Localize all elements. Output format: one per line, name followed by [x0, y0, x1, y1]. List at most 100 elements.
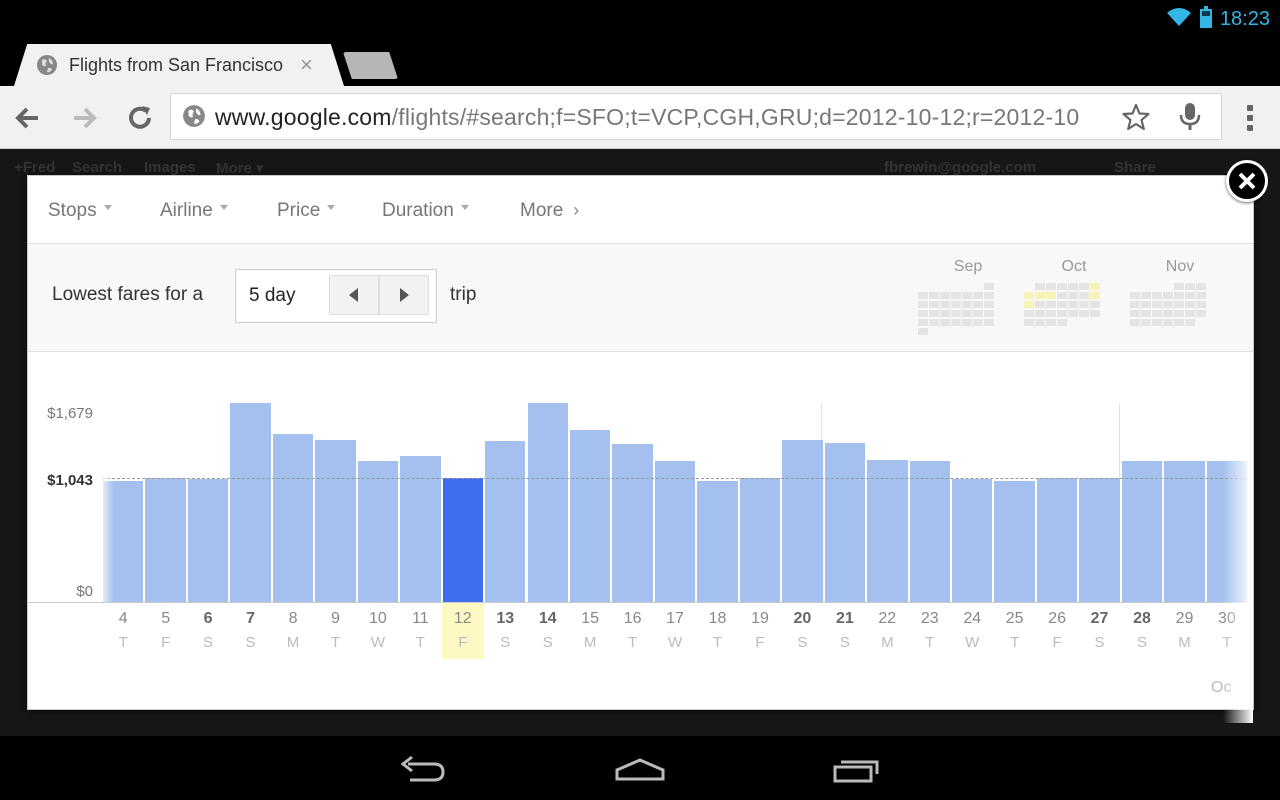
dropdown-caret-icon	[103, 205, 112, 211]
fare-bar[interactable]	[1120, 460, 1164, 602]
close-dialog-button[interactable]	[1226, 160, 1268, 202]
x-day-label[interactable]: 18	[698, 610, 738, 628]
x-day-label[interactable]: 6	[188, 610, 228, 628]
x-day-label[interactable]: 26	[1037, 610, 1077, 628]
x-day-label[interactable]: 11	[400, 610, 440, 628]
mini-day-cell	[1130, 319, 1140, 326]
filter-price[interactable]: Price	[277, 200, 336, 222]
x-day-label[interactable]: 21	[825, 610, 865, 628]
microphone-icon[interactable]	[1178, 102, 1202, 137]
filter-more[interactable]: More ›	[520, 200, 579, 222]
x-day-label[interactable]: 20	[782, 610, 822, 628]
x-day-label[interactable]: 10	[358, 610, 398, 628]
fare-bar[interactable]	[314, 439, 357, 602]
x-day-label[interactable]: 17	[655, 610, 695, 628]
filter-stops[interactable]: Stops	[48, 200, 112, 222]
mini-day-cell	[1163, 319, 1173, 326]
back-button[interactable]	[12, 102, 44, 134]
x-day-label[interactable]: 23	[910, 610, 950, 628]
forward-button[interactable]	[68, 102, 100, 134]
x-day-label[interactable]: 7	[231, 610, 271, 628]
fare-bar[interactable]	[484, 440, 527, 602]
mini-day-cell	[1068, 292, 1078, 299]
x-day-label[interactable]: 13	[485, 610, 525, 628]
x-day-label[interactable]: 29	[1164, 610, 1204, 628]
reload-button[interactable]	[124, 102, 156, 134]
fare-bar[interactable]	[356, 460, 400, 602]
ghost-share: Share	[1114, 159, 1156, 176]
fare-bar[interactable]	[951, 478, 994, 602]
mini-day-cell	[973, 301, 983, 308]
mini-month-sep[interactable]: Sep	[918, 258, 1018, 343]
x-day-label[interactable]: 9	[315, 610, 355, 628]
x-day-label[interactable]: 22	[867, 610, 907, 628]
x-day-label[interactable]: 14	[528, 610, 568, 628]
new-tab-button[interactable]	[343, 52, 398, 79]
mini-day-cell	[951, 301, 961, 308]
fare-bar[interactable]	[1035, 478, 1079, 602]
x-day-label[interactable]: 12	[443, 610, 483, 628]
mini-day-cell	[940, 319, 950, 326]
fare-bar[interactable]	[696, 481, 739, 602]
fare-bar[interactable]	[229, 403, 272, 602]
fare-bar[interactable]	[144, 478, 187, 602]
fare-bar[interactable]	[738, 478, 782, 602]
fare-bar[interactable]	[993, 481, 1036, 602]
mini-day-cell	[1174, 283, 1184, 290]
mini-day-cell	[951, 292, 961, 299]
fare-bar[interactable]	[866, 459, 909, 602]
fare-bar[interactable]	[908, 460, 951, 602]
fare-bar[interactable]	[1078, 478, 1121, 602]
bookmark-star-icon[interactable]	[1121, 102, 1151, 137]
filter-duration[interactable]: Duration	[382, 200, 469, 222]
filter-airline[interactable]: Airline	[160, 200, 228, 222]
tab-close-button[interactable]: ×	[300, 52, 313, 78]
recents-nav-icon[interactable]	[832, 754, 882, 789]
x-day-label[interactable]: 27	[1080, 610, 1120, 628]
overflow-menu-icon[interactable]	[1240, 102, 1260, 134]
mini-day-cell	[951, 319, 961, 326]
mini-day-cell	[1163, 301, 1173, 308]
fare-bar[interactable]	[271, 433, 315, 602]
mini-month-oct[interactable]: Oct	[1024, 258, 1124, 343]
x-day-label[interactable]: 28	[1122, 610, 1162, 628]
x-day-label[interactable]: 4	[103, 610, 143, 628]
mini-day-cell	[1057, 319, 1067, 326]
x-day-label[interactable]: 24	[952, 610, 992, 628]
mini-day-cell	[1057, 292, 1067, 299]
back-nav-icon[interactable]	[398, 754, 448, 789]
trip-length-decrease-button[interactable]	[329, 275, 379, 315]
globe-icon	[36, 54, 58, 81]
x-day-label[interactable]: 25	[995, 610, 1035, 628]
mini-month-nov[interactable]: Nov	[1130, 258, 1230, 343]
reference-price-label: $1,043	[47, 472, 93, 489]
mini-day-cell	[1068, 283, 1078, 290]
fare-bar[interactable]	[526, 403, 569, 602]
tab-flights[interactable]: Flights from San Francisco ×	[14, 44, 344, 86]
fare-bar[interactable]	[781, 439, 824, 602]
fare-bar[interactable]	[441, 478, 485, 602]
mini-day-cell	[1035, 283, 1045, 290]
fare-bar[interactable]	[611, 444, 654, 602]
triangle-left-icon	[349, 288, 358, 302]
url-text[interactable]: www.google.com/flights/#search;f=SFO;t=V…	[215, 104, 1115, 132]
fare-bar[interactable]	[653, 460, 697, 602]
x-day-label[interactable]: 16	[613, 610, 653, 628]
mini-day-cell	[1057, 283, 1067, 290]
mini-day-cell	[1024, 292, 1034, 299]
fare-bar[interactable]	[823, 443, 867, 602]
fare-bar[interactable]	[568, 430, 612, 602]
fare-bar[interactable]	[186, 479, 230, 602]
x-day-label[interactable]: 5	[146, 610, 186, 628]
x-day-label[interactable]: 15	[570, 610, 610, 628]
x-weekday-label: F	[755, 634, 765, 651]
address-bar[interactable]: www.google.com/flights/#search;f=SFO;t=V…	[170, 93, 1222, 140]
home-nav-icon[interactable]	[614, 754, 666, 789]
x-day-label[interactable]: 19	[740, 610, 780, 628]
ghost-nav-search: Search	[72, 159, 123, 176]
fare-bar[interactable]	[1163, 460, 1206, 602]
trip-length-increase-button[interactable]	[379, 275, 429, 315]
x-day-label[interactable]: 8	[273, 610, 313, 628]
x-weekday-label: S	[797, 634, 808, 651]
filter-label: Stops	[48, 200, 97, 221]
